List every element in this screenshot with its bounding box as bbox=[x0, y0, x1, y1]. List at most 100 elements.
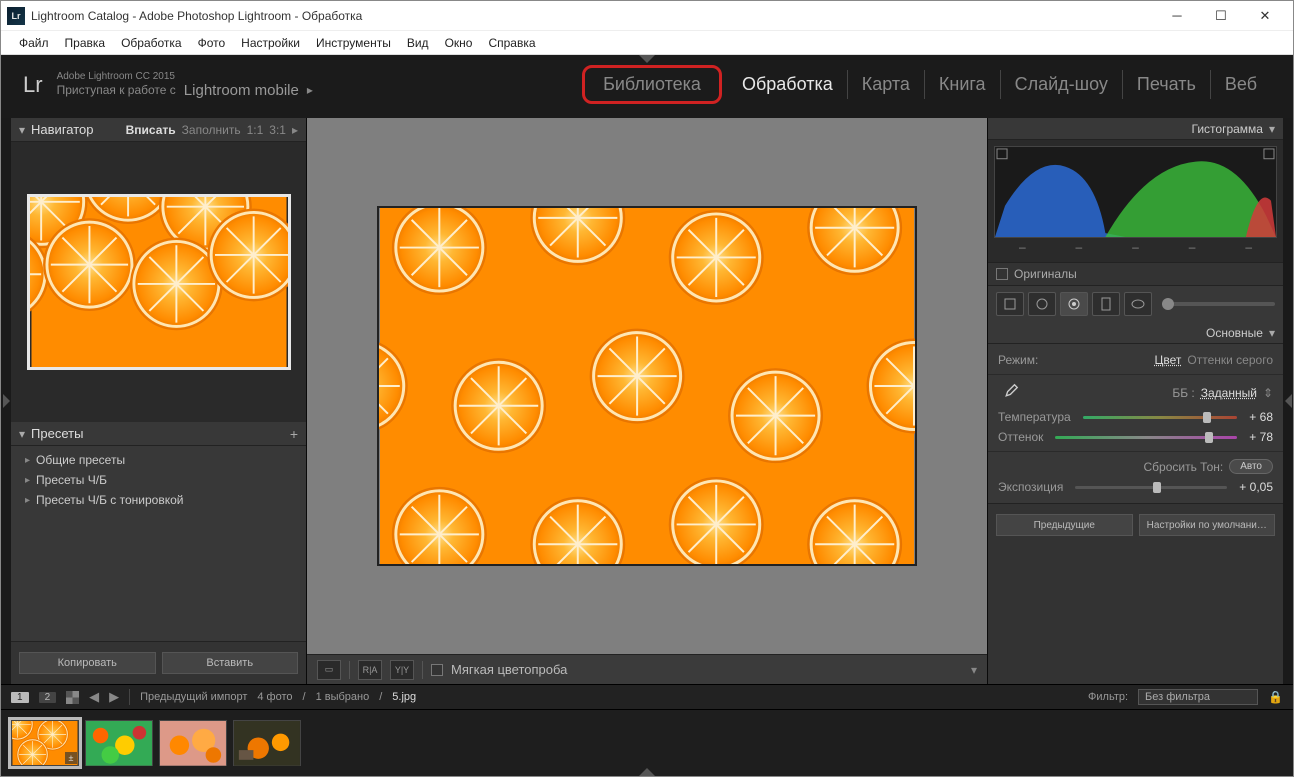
module-book[interactable]: Книга bbox=[925, 70, 1001, 99]
menu-file[interactable]: Файл bbox=[13, 34, 55, 52]
previous-button[interactable]: Предыдущие bbox=[996, 514, 1133, 536]
minimize-button[interactable]: ─ bbox=[1155, 2, 1199, 30]
loupe-view-icon[interactable]: ▭ bbox=[317, 660, 341, 680]
monitor-1[interactable]: 1 bbox=[11, 692, 29, 703]
nav-back-icon[interactable]: ◀ bbox=[89, 689, 99, 705]
wb-select[interactable]: Заданный bbox=[1201, 386, 1257, 400]
before-after-lr-icon[interactable]: R|A bbox=[358, 660, 382, 680]
current-file: 5.jpg bbox=[392, 691, 416, 703]
before-after-tb-icon[interactable]: Y|Y bbox=[390, 660, 414, 680]
nav-3-1[interactable]: 3:1 bbox=[269, 123, 286, 137]
collapse-icon: ▾ bbox=[19, 427, 25, 441]
menu-edit[interactable]: Правка bbox=[59, 34, 112, 52]
histogram-header[interactable]: Гистограмма▾ bbox=[988, 118, 1283, 140]
thumb-4[interactable] bbox=[233, 720, 301, 766]
source-label[interactable]: Предыдущий импорт bbox=[140, 691, 247, 703]
originals-checkbox[interactable] bbox=[996, 268, 1008, 280]
titlebar: Lr Lightroom Catalog - Adobe Photoshop L… bbox=[1, 1, 1293, 31]
add-preset-icon[interactable]: + bbox=[290, 426, 298, 442]
temp-value[interactable]: + 68 bbox=[1249, 410, 1273, 424]
nav-1-1[interactable]: 1:1 bbox=[247, 123, 264, 137]
paste-button[interactable]: Вставить bbox=[162, 652, 299, 674]
filmstrip-bar: 1 2 ◀ ▶ Предыдущий импорт 4 фото / 1 выб… bbox=[1, 684, 1293, 710]
redeye-tool-icon[interactable] bbox=[1060, 292, 1088, 316]
defaults-button[interactable]: Настройки по умолчани… bbox=[1139, 514, 1276, 536]
gradient-tool-icon[interactable] bbox=[1092, 292, 1120, 316]
eyedropper-icon[interactable] bbox=[998, 382, 1020, 404]
spot-tool-icon[interactable] bbox=[1028, 292, 1056, 316]
preset-folder[interactable]: Общие пресеты bbox=[11, 450, 306, 470]
menu-tools[interactable]: Инструменты bbox=[310, 34, 397, 52]
nav-fill[interactable]: Заполнить bbox=[182, 123, 241, 137]
monitor-2[interactable]: 2 bbox=[39, 692, 57, 703]
module-library[interactable]: Библиотека bbox=[582, 65, 722, 104]
temp-slider[interactable] bbox=[1083, 416, 1238, 419]
maximize-button[interactable]: ☐ bbox=[1199, 2, 1243, 30]
module-print[interactable]: Печать bbox=[1123, 70, 1211, 99]
nav-ratio-menu-icon[interactable]: ▸ bbox=[292, 123, 298, 137]
tool-size-slider[interactable] bbox=[1162, 302, 1275, 306]
grid-icon[interactable] bbox=[66, 691, 79, 704]
presets-header[interactable]: ▾ Пресеты + bbox=[11, 422, 306, 446]
header-line2b[interactable]: Lightroom mobile bbox=[184, 82, 299, 99]
menu-view[interactable]: Вид bbox=[401, 34, 435, 52]
radial-tool-icon[interactable] bbox=[1124, 292, 1152, 316]
reset-tone-label[interactable]: Сбросить Тон: bbox=[1144, 460, 1224, 474]
module-develop[interactable]: Обработка bbox=[728, 70, 848, 99]
tint-value[interactable]: + 78 bbox=[1249, 430, 1273, 444]
module-web[interactable]: Веб bbox=[1211, 70, 1271, 99]
play-icon[interactable]: ▸ bbox=[307, 83, 313, 97]
exposure-slider[interactable] bbox=[1075, 486, 1227, 489]
preset-folder[interactable]: Пресеты Ч/Б с тонировкой bbox=[11, 490, 306, 510]
tint-slider[interactable] bbox=[1055, 436, 1237, 439]
basic-header[interactable]: Основные▾ bbox=[988, 322, 1283, 344]
menubar: Файл Правка Обработка Фото Настройки Инс… bbox=[1, 31, 1293, 55]
mode-color[interactable]: Цвет bbox=[1155, 353, 1182, 367]
dropdown-icon[interactable]: ⇕ bbox=[1263, 386, 1273, 400]
filter-select[interactable]: Без фильтра bbox=[1138, 689, 1258, 705]
thumb-3[interactable] bbox=[159, 720, 227, 766]
right-panel: Гистограмма▾ ––––– Оригиналы Осн bbox=[987, 118, 1283, 684]
preset-folder[interactable]: Пресеты Ч/Б bbox=[11, 470, 306, 490]
menu-window[interactable]: Окно bbox=[439, 34, 479, 52]
canvas[interactable] bbox=[307, 118, 987, 654]
auto-button[interactable]: Авто bbox=[1229, 459, 1273, 474]
collapse-icon: ▾ bbox=[19, 123, 25, 137]
wb-label: ББ : bbox=[1172, 386, 1194, 400]
left-panel: ▾ Навигатор Вписать Заполнить 1:1 3:1 ▸ … bbox=[11, 118, 307, 684]
presets-list: Общие пресеты Пресеты Ч/Б Пресеты Ч/Б с … bbox=[11, 446, 306, 641]
originals-row[interactable]: Оригиналы bbox=[988, 262, 1283, 286]
module-map[interactable]: Карта bbox=[848, 70, 925, 99]
nav-fwd-icon[interactable]: ▶ bbox=[109, 689, 119, 705]
menu-help[interactable]: Справка bbox=[482, 34, 541, 52]
left-edge-toggle[interactable] bbox=[1, 118, 11, 684]
filmstrip[interactable]: ± bbox=[1, 710, 1293, 776]
histogram[interactable] bbox=[994, 146, 1277, 238]
toolbar-menu-icon[interactable]: ▾ bbox=[971, 663, 977, 677]
softproof-checkbox[interactable] bbox=[431, 664, 443, 676]
navigator-header[interactable]: ▾ Навигатор Вписать Заполнить 1:1 3:1 ▸ bbox=[11, 118, 306, 142]
menu-photo[interactable]: Фото bbox=[192, 34, 232, 52]
bottom-panel-toggle[interactable] bbox=[639, 768, 655, 776]
mode-gray[interactable]: Оттенки серого bbox=[1187, 353, 1273, 367]
badge-icon: ± bbox=[65, 752, 77, 764]
right-edge-toggle[interactable] bbox=[1283, 118, 1293, 684]
filter-lock-icon[interactable]: 🔒 bbox=[1268, 690, 1283, 704]
exposure-value[interactable]: + 0,05 bbox=[1239, 480, 1273, 494]
mode-label: Режим: bbox=[998, 353, 1038, 367]
header-line1: Adobe Lightroom CC 2015 bbox=[57, 71, 313, 82]
thumb-1[interactable]: ± bbox=[11, 720, 79, 766]
menu-settings[interactable]: Настройки bbox=[235, 34, 306, 52]
window-title: Lightroom Catalog - Adobe Photoshop Ligh… bbox=[31, 9, 362, 23]
copy-button[interactable]: Копировать bbox=[19, 652, 156, 674]
photo-count: 4 фото bbox=[257, 691, 292, 703]
crop-tool-icon[interactable] bbox=[996, 292, 1024, 316]
close-button[interactable]: ✕ bbox=[1243, 2, 1287, 30]
softproof-label: Мягкая цветопроба bbox=[451, 662, 567, 677]
module-slideshow[interactable]: Слайд-шоу bbox=[1001, 70, 1123, 99]
thumb-2[interactable] bbox=[85, 720, 153, 766]
navigator-preview[interactable] bbox=[11, 142, 306, 422]
nav-fit[interactable]: Вписать bbox=[126, 123, 176, 137]
menu-develop[interactable]: Обработка bbox=[115, 34, 188, 52]
top-panel-toggle[interactable] bbox=[639, 55, 655, 63]
